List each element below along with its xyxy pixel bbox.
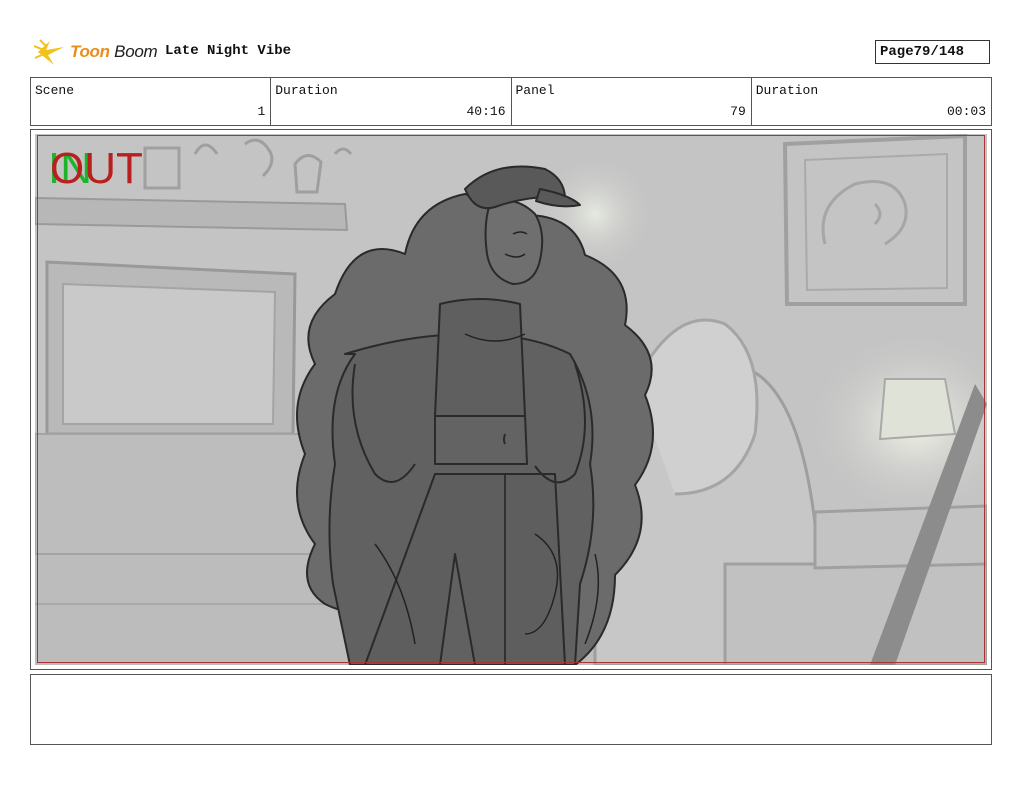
toon-boom-logo: Toon Boom [34,36,158,68]
scene-duration-label: Duration [275,83,338,98]
panel-label: Panel [515,83,555,98]
page-label: Page [880,44,914,60]
scene-value: 1 [257,104,266,119]
panel-sketch-image [35,134,987,665]
project-title: Late Night Vibe [165,43,292,59]
storyboard-panel-frame [30,129,992,670]
panel-cell: Panel 79 [512,78,752,125]
scene-duration-value: 40:16 [466,104,506,119]
panel-value: 79 [730,104,746,119]
out-marker: OUT [50,144,143,193]
panel-info-table: Scene 1 Duration 40:16 Panel 79 Duration… [30,77,992,126]
panel-duration-cell: Duration 00:03 [752,78,991,125]
page-indicator: Page 79/148 [875,40,990,64]
logo-text: Toon Boom [70,42,158,61]
panel-notes-area[interactable] [30,674,992,745]
scene-label: Scene [35,83,75,98]
scene-duration-cell: Duration 40:16 [271,78,512,125]
logo-burst-icon [34,39,64,65]
storyboard-drawing [35,134,987,665]
page-number: 79/148 [913,44,965,60]
scene-cell: Scene 1 [31,78,272,125]
panel-duration-label: Duration [755,83,819,98]
panel-duration-value: 00:03 [946,104,986,119]
